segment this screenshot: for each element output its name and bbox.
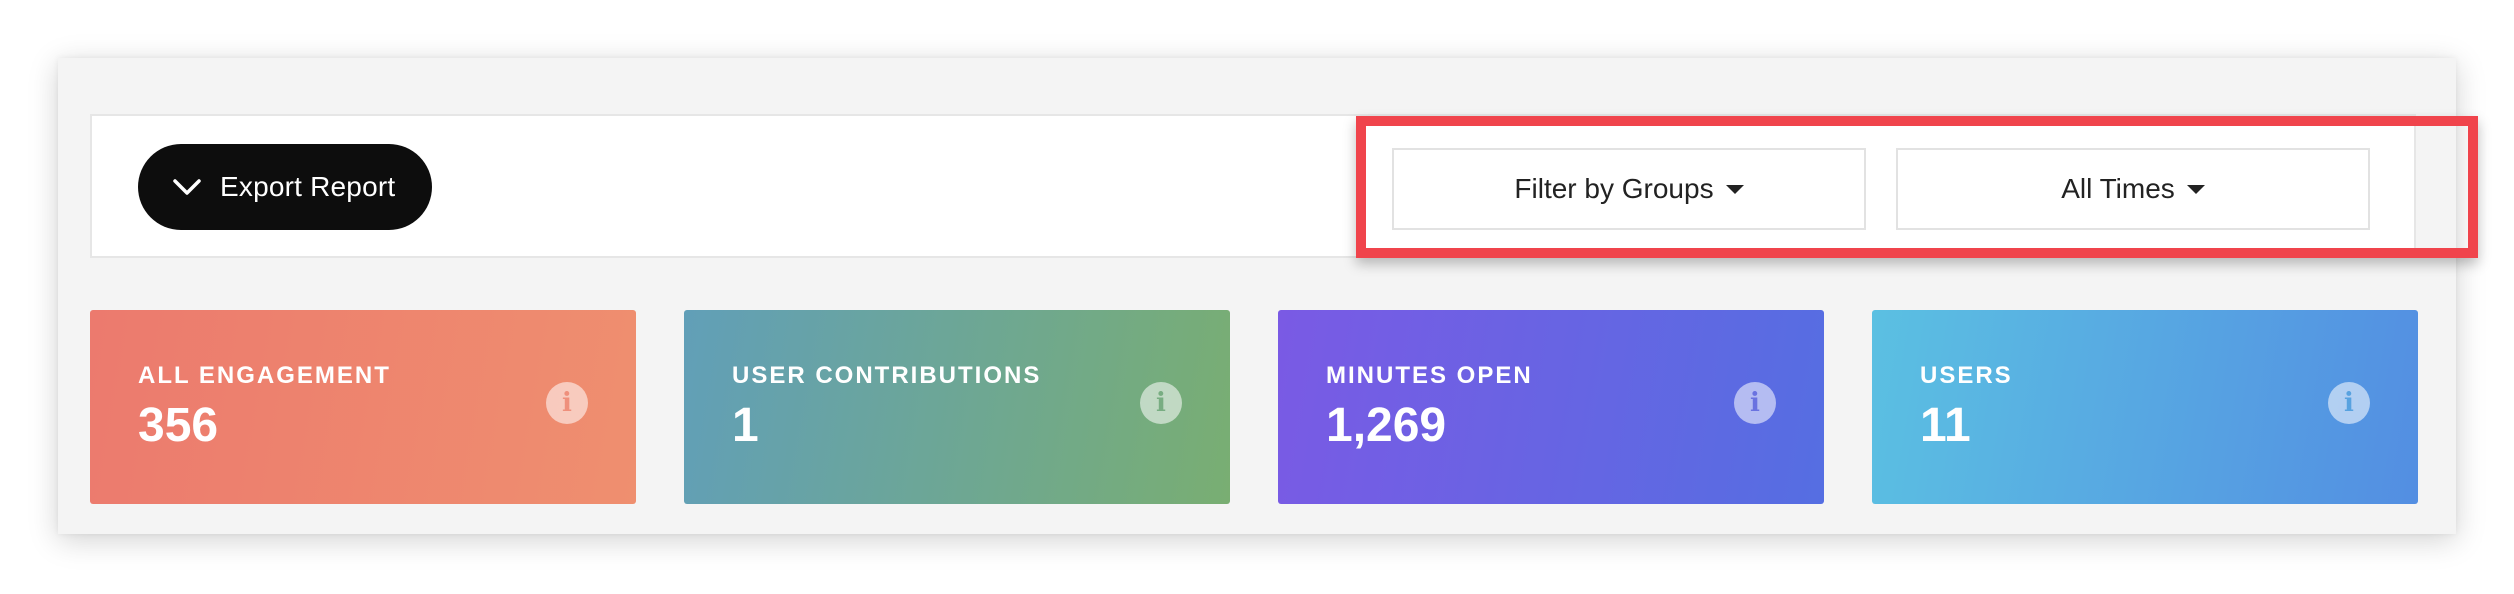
filters-highlight-box xyxy=(1356,116,2478,258)
stat-card-minutes-open: MINUTES OPEN 1,269 i xyxy=(1278,310,1824,504)
dashboard-panel: Export Report Filter by Groups All Times… xyxy=(58,58,2478,534)
stat-value: 356 xyxy=(138,399,219,452)
stat-title: USER CONTRIBUTIONS xyxy=(732,362,1042,389)
export-report-button[interactable]: Export Report xyxy=(138,144,432,230)
stat-title: USERS xyxy=(1920,362,2013,389)
info-icon[interactable]: i xyxy=(1140,382,1182,424)
stat-value: 11 xyxy=(1920,399,1971,452)
info-icon[interactable]: i xyxy=(1734,382,1776,424)
stat-value: 1 xyxy=(732,399,759,452)
chevron-down-icon xyxy=(173,179,201,195)
stat-card-user-contributions: USER CONTRIBUTIONS 1 i xyxy=(684,310,1230,504)
stat-title: MINUTES OPEN xyxy=(1326,362,1533,389)
stat-title: ALL ENGAGEMENT xyxy=(138,362,391,389)
info-icon[interactable]: i xyxy=(2328,382,2370,424)
info-icon[interactable]: i xyxy=(546,382,588,424)
stat-value: 1,269 xyxy=(1326,399,1447,452)
export-report-label: Export Report xyxy=(220,171,396,202)
stat-card-users: USERS 11 i xyxy=(1872,310,2418,504)
stat-card-all-engagement: ALL ENGAGEMENT 356 i xyxy=(90,310,636,504)
